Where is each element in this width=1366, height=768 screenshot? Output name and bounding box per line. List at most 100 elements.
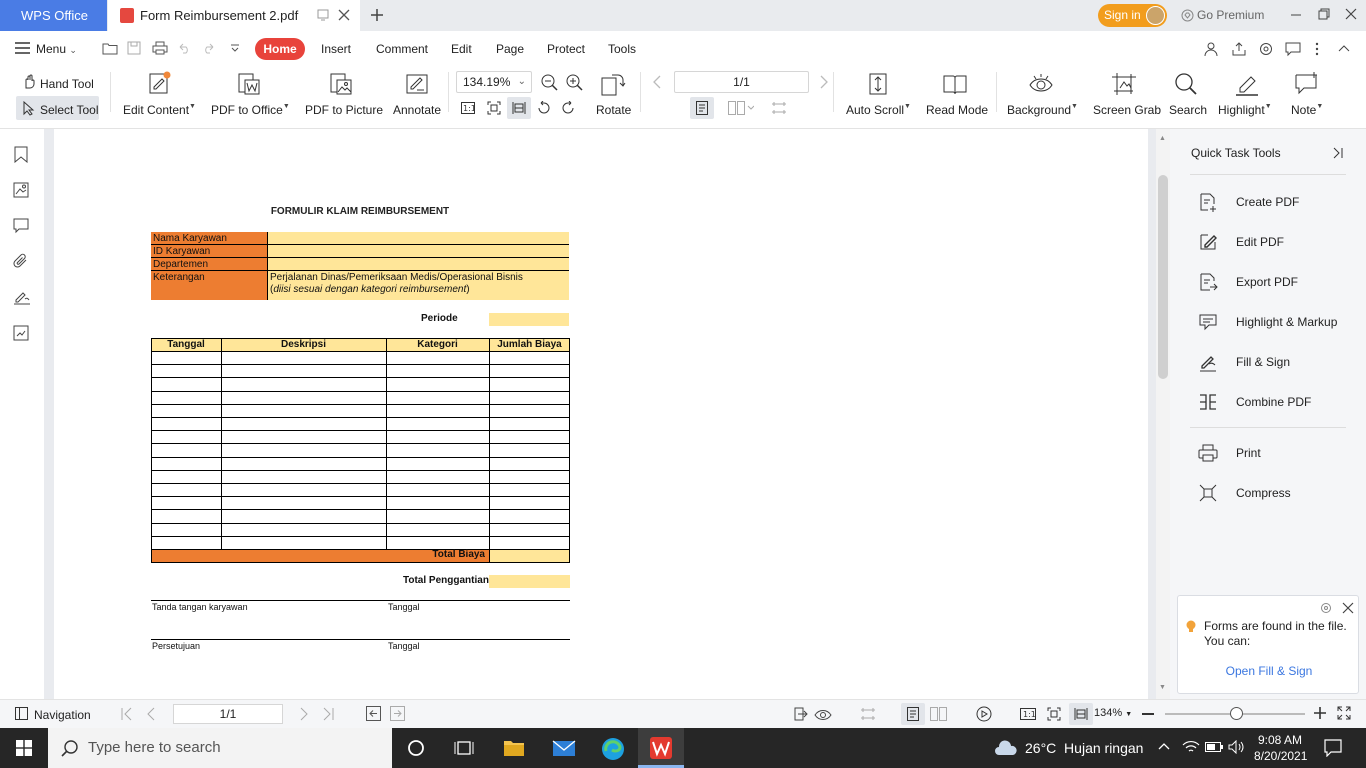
sign-in-button[interactable]: Sign in <box>1098 4 1167 27</box>
volume-icon[interactable] <box>1228 740 1246 754</box>
collapse-panel-icon[interactable] <box>1332 147 1344 159</box>
table-row[interactable] <box>151 364 570 377</box>
close-window-icon[interactable] <box>1344 7 1358 21</box>
status-page-input[interactable]: 1/1 <box>173 704 283 724</box>
next-page-icon[interactable] <box>819 75 829 89</box>
battery-icon[interactable] <box>1205 741 1223 753</box>
more-options-icon[interactable] <box>1314 41 1320 57</box>
hand-tool-button[interactable]: Hand Tool <box>40 77 94 91</box>
zoom-in-plus-icon[interactable] <box>1314 707 1326 719</box>
tab-tools[interactable]: Tools <box>608 31 636 67</box>
screen-grab-button[interactable]: Screen Grab <box>1093 103 1161 117</box>
fit-width-button[interactable] <box>507 97 531 119</box>
task-view-icon[interactable] <box>454 739 474 757</box>
taskbar-search-box[interactable]: Type here to search <box>48 728 392 768</box>
taskbar-clock[interactable]: 9:08 AM 8/20/2021 <box>1254 732 1307 764</box>
tab-home[interactable]: Home <box>255 38 305 60</box>
actual-size-status-icon[interactable]: 1:1 <box>1020 708 1036 720</box>
settings-gear-icon[interactable] <box>1258 41 1274 57</box>
edit-content-button[interactable]: Edit Content▼ <box>123 103 196 117</box>
tab-comment[interactable]: Comment <box>376 31 428 67</box>
read-mode-button[interactable]: Read Mode <box>926 103 988 117</box>
zoom-slider-handle[interactable] <box>1230 707 1243 720</box>
menu-button[interactable]: Menu ⌄ <box>36 31 77 68</box>
new-tab-icon[interactable] <box>369 7 385 23</box>
fit-width-status-button[interactable] <box>1069 703 1093 725</box>
table-row[interactable] <box>151 351 570 364</box>
navigation-button[interactable]: Navigation <box>34 708 91 722</box>
wps-taskbar-button[interactable] <box>638 728 684 768</box>
table-row[interactable] <box>151 536 570 549</box>
table-row[interactable] <box>151 483 570 496</box>
mail-icon[interactable] <box>552 738 576 758</box>
background-button[interactable]: Background▼ <box>1007 103 1078 117</box>
pdf-to-office-button[interactable]: PDF to Office▼ <box>211 103 290 117</box>
edge-browser-icon[interactable] <box>601 737 625 761</box>
navigation-panel-icon[interactable] <box>15 707 28 720</box>
document-tab[interactable]: Form Reimbursement 2.pdf <box>108 0 360 31</box>
redo-icon[interactable] <box>202 42 216 54</box>
bookmark-icon[interactable] <box>14 146 28 163</box>
close-tab-icon[interactable] <box>337 8 351 22</box>
attachment-icon[interactable] <box>13 253 29 269</box>
open-folder-icon[interactable] <box>102 41 118 55</box>
tab-insert[interactable]: Insert <box>321 31 351 67</box>
collapse-ribbon-icon[interactable] <box>1338 44 1350 52</box>
table-row[interactable] <box>151 417 570 430</box>
zoom-level-select[interactable]: 134.19% ⌄ <box>456 71 532 93</box>
back-icon[interactable] <box>366 706 381 721</box>
forward-icon[interactable] <box>390 706 405 721</box>
table-row[interactable] <box>151 509 570 522</box>
save-icon[interactable] <box>127 41 141 55</box>
minimize-icon[interactable] <box>1289 7 1303 21</box>
table-row[interactable] <box>151 404 570 417</box>
total-penggantian-field[interactable] <box>489 575 570 588</box>
fit-page-status-icon[interactable] <box>1047 707 1061 721</box>
play-slideshow-icon[interactable] <box>976 706 992 722</box>
hamburger-icon[interactable] <box>15 42 30 54</box>
single-page-status-button[interactable] <box>901 703 925 725</box>
table-row[interactable] <box>151 377 570 390</box>
search-button[interactable]: Search <box>1169 103 1207 117</box>
settings-gear-icon[interactable] <box>1320 602 1332 614</box>
close-notice-icon[interactable] <box>1342 602 1354 614</box>
fullscreen-icon[interactable] <box>1337 706 1351 720</box>
annotate-button[interactable]: Annotate <box>393 103 441 117</box>
weather-text[interactable]: 26°C Hujan ringan <box>1025 728 1143 768</box>
periode-field[interactable] <box>489 313 569 326</box>
status-zoom-select[interactable]: 134% ▼ <box>1094 707 1132 719</box>
rotate-left-icon[interactable] <box>536 101 551 115</box>
export-status-icon[interactable] <box>792 706 808 722</box>
notification-center-icon[interactable] <box>1324 739 1342 757</box>
file-explorer-icon[interactable] <box>503 738 525 758</box>
eye-protection-icon[interactable] <box>814 706 832 722</box>
windows-start-icon[interactable] <box>16 740 32 756</box>
share-user-icon[interactable] <box>1203 41 1219 57</box>
go-premium-button[interactable]: Go Premium <box>1181 0 1264 31</box>
open-fill-sign-link[interactable]: Open Fill & Sign <box>1178 664 1360 678</box>
note-button[interactable]: Note▼ <box>1291 103 1323 117</box>
rotate-right-icon[interactable] <box>561 101 576 115</box>
auto-scroll-button[interactable]: Auto Scroll▼ <box>846 103 911 117</box>
highlight-button[interactable]: Highlight▼ <box>1218 103 1272 117</box>
continuous-scroll-icon[interactable] <box>860 707 876 721</box>
table-row[interactable] <box>151 391 570 404</box>
two-page-status-icon[interactable] <box>930 707 948 721</box>
zoom-out-icon[interactable] <box>541 74 559 92</box>
table-row[interactable] <box>151 430 570 443</box>
next-page-status-icon[interactable] <box>299 707 309 721</box>
comment-panel-icon[interactable] <box>13 218 29 234</box>
restore-icon[interactable] <box>1317 7 1331 21</box>
tab-protect[interactable]: Protect <box>547 31 585 67</box>
float-window-icon[interactable] <box>317 9 329 21</box>
continuous-view-icon[interactable] <box>771 101 787 115</box>
cortana-icon[interactable] <box>407 739 425 757</box>
keterangan-field[interactable]: Perjalanan Dinas/Pemeriksaan Medis/Opera… <box>268 271 569 300</box>
prev-page-status-icon[interactable] <box>146 707 156 721</box>
fit-page-icon[interactable] <box>487 101 501 115</box>
signature-icon[interactable] <box>13 289 31 305</box>
table-row[interactable] <box>151 523 570 536</box>
table-row[interactable] <box>151 443 570 456</box>
comment-bubble-icon[interactable] <box>1285 41 1301 57</box>
table-row[interactable] <box>151 470 570 483</box>
